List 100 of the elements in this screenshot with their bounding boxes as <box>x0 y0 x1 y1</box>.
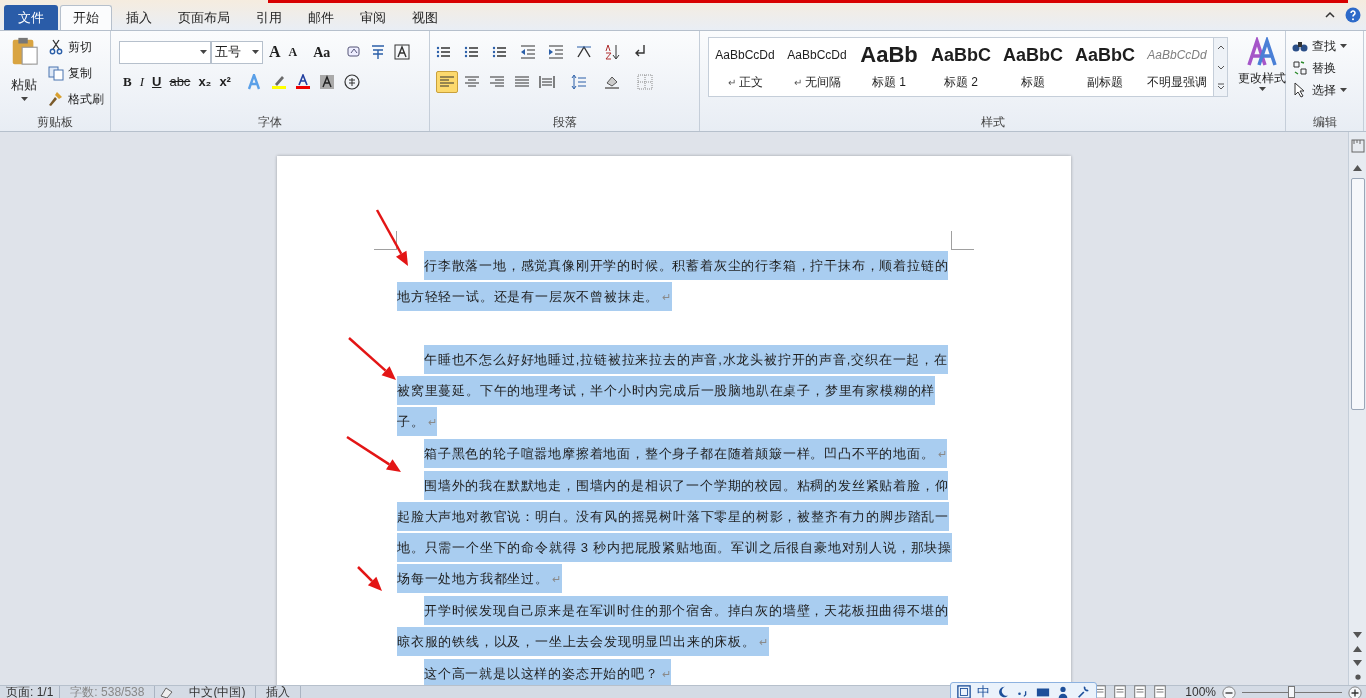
next-page-icon[interactable] <box>1350 657 1365 669</box>
paste-button[interactable]: 粘贴 <box>6 35 42 113</box>
align-icon <box>464 74 480 90</box>
ribbon-tab[interactable]: 邮件 <box>296 5 346 30</box>
replace-icon <box>1292 60 1308 76</box>
zoom-out-icon[interactable] <box>1222 686 1236 698</box>
font-color-icon[interactable] <box>294 73 311 90</box>
multilevel-list-icon[interactable] <box>492 44 508 60</box>
align-icon <box>439 74 455 90</box>
caret-icon <box>20 96 28 101</box>
shrink-font-button[interactable]: A <box>286 43 300 61</box>
previous-page-icon[interactable] <box>1350 643 1365 655</box>
bullets-icon[interactable] <box>436 44 452 60</box>
user-icon[interactable] <box>1056 685 1070 698</box>
group-label: 字体 <box>258 114 282 131</box>
style-item[interactable]: AaBb 标题 1 <box>853 38 925 96</box>
ruler-icon[interactable] <box>1349 138 1366 154</box>
style-item[interactable]: AaBbCcDd 不明显强调 <box>1141 38 1213 96</box>
cut-button[interactable]: 剪切 <box>48 37 104 57</box>
replace-button[interactable]: 替换 <box>1292 59 1347 77</box>
style-item[interactable]: AaBbC 标题 <box>997 38 1069 96</box>
scroll-down-icon[interactable] <box>1350 629 1365 641</box>
increase-indent-icon[interactable] <box>548 44 564 60</box>
ribbon-tab[interactable]: 插入 <box>114 5 164 30</box>
ime-logo-icon[interactable] <box>957 685 971 698</box>
ribbon-tab[interactable]: 审阅 <box>348 5 398 30</box>
annotation-arrow <box>375 209 408 266</box>
character-shading-icon[interactable] <box>318 73 335 90</box>
style-item[interactable]: AaBbC 标题 2 <box>925 38 997 96</box>
zoom-in-icon[interactable] <box>1348 686 1362 698</box>
align-icon <box>539 74 555 90</box>
caret-icon <box>252 50 259 54</box>
caret-icon <box>1340 88 1347 92</box>
page-count[interactable]: 页面: 1/1 <box>0 686 61 698</box>
highlighter-icon[interactable] <box>270 73 287 90</box>
zoom-level[interactable]: 100% <box>1185 686 1216 698</box>
format-painter-button[interactable]: 格式刷 <box>48 89 104 109</box>
copy-icon <box>48 65 64 81</box>
ribbon-tab[interactable]: 文件 <box>4 5 58 30</box>
style-item[interactable]: AaBbCcDd ↵ 正文 <box>709 38 781 96</box>
ribbon-tab[interactable]: 视图 <box>400 5 450 30</box>
help-icon[interactable] <box>1344 6 1362 24</box>
style-item[interactable]: AaBbCcDd ↵ 无间隔 <box>781 38 853 96</box>
select-button[interactable]: 选择 <box>1292 81 1347 99</box>
group-label: 剪贴板 <box>37 114 73 131</box>
gallery-scrollbar[interactable] <box>1213 38 1227 96</box>
change-case-button[interactable]: Aa <box>311 41 333 63</box>
insert-mode-indicator[interactable]: 插入 <box>256 686 302 698</box>
language-indicator[interactable]: 中文(中国) <box>179 686 257 698</box>
group-label: 编辑 <box>1312 114 1337 131</box>
zoom-slider[interactable] <box>1242 686 1342 698</box>
format-button[interactable]: x² <box>219 72 231 92</box>
find-button[interactable]: 查找 <box>1292 37 1347 55</box>
slider-thumb[interactable] <box>1288 686 1295 698</box>
grow-font-button[interactable]: A <box>267 40 283 64</box>
ime-toolbar[interactable]: 中 <box>950 682 1097 698</box>
vertical-scrollbar[interactable] <box>1348 132 1366 685</box>
change-styles-button[interactable]: 更改样式 <box>1238 35 1286 113</box>
brush-icon <box>48 91 64 107</box>
wrench-icon[interactable] <box>1076 685 1090 698</box>
enclose-character-icon[interactable] <box>342 72 361 91</box>
moon-icon[interactable] <box>996 685 1010 698</box>
align-icon <box>514 74 530 90</box>
copy-button[interactable]: 复制 <box>48 63 104 83</box>
draft-icon[interactable] <box>1153 686 1168 698</box>
format-button[interactable]: abc <box>169 72 191 92</box>
ribbon-tab[interactable]: 引用 <box>244 5 294 30</box>
align-button[interactable] <box>436 71 458 93</box>
font-size-field[interactable]: 五号 <box>211 40 263 64</box>
caret-icon <box>1340 44 1347 48</box>
caret-icon <box>200 50 207 54</box>
phonetic-icon[interactable] <box>346 44 363 60</box>
paragraph-text: 这个高一就是以这样的姿态开始的吧？ ↵ <box>397 658 960 685</box>
font-name-field[interactable] <box>119 40 211 64</box>
web-layout-icon[interactable] <box>1113 686 1128 698</box>
character-border-icon[interactable] <box>394 44 411 60</box>
ime-mode-toggle[interactable]: 中 <box>977 686 990 698</box>
scrollbar-thumb[interactable] <box>1350 178 1365 410</box>
text-direction-icon[interactable] <box>576 44 592 60</box>
format-button[interactable]: I <box>139 72 144 92</box>
ribbon-tab[interactable]: 页面布局 <box>166 5 242 30</box>
shading-icon[interactable] <box>604 74 620 90</box>
annotation-arrow <box>346 435 401 472</box>
outline-icon[interactable] <box>1133 686 1148 698</box>
format-button[interactable]: U <box>152 72 162 92</box>
sort-icon[interactable] <box>604 44 620 60</box>
format-button[interactable]: B <box>123 72 132 92</box>
decrease-indent-icon[interactable] <box>520 44 536 60</box>
align-icon <box>489 74 505 90</box>
style-item[interactable]: AaBbC 副标题 <box>1069 38 1141 96</box>
ribbon-tab[interactable]: 开始 <box>60 5 112 30</box>
numbering-icon[interactable] <box>464 44 480 60</box>
annotation-arrow <box>348 337 396 380</box>
scroll-up-icon[interactable] <box>1350 162 1365 174</box>
group-label: 样式 <box>980 114 1005 131</box>
pinyin-guide-icon[interactable] <box>370 44 387 60</box>
line-spacing-icon[interactable] <box>571 74 587 90</box>
format-button[interactable]: x₂ <box>198 72 212 92</box>
caret-icon <box>1258 87 1266 91</box>
group-label: 段落 <box>552 114 577 131</box>
